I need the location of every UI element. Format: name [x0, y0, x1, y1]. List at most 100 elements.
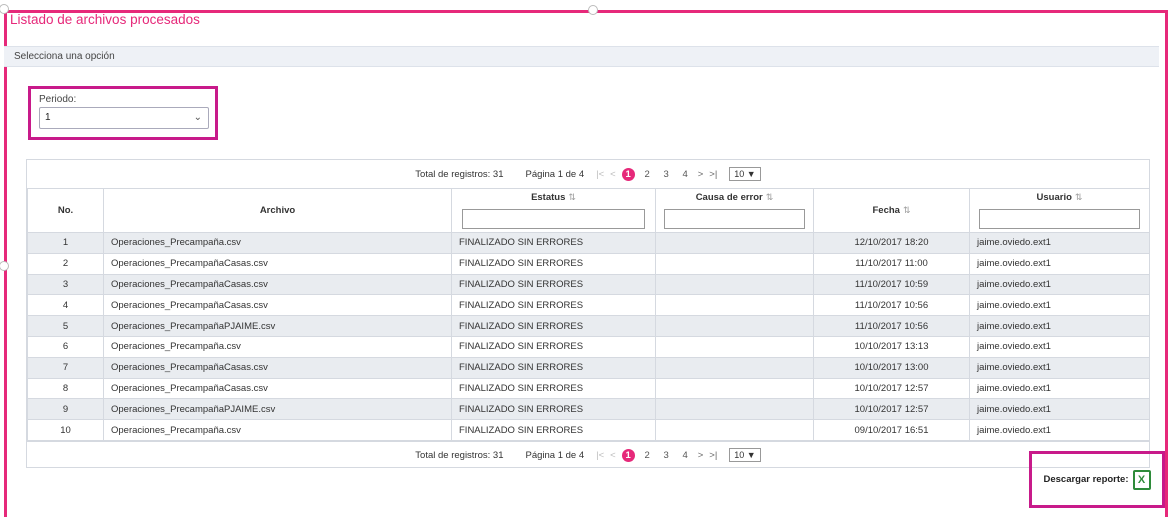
- table-cell: 11/10/2017 10:56: [813, 294, 970, 317]
- table-cell: Operaciones_Precampaña.csv: [103, 335, 452, 358]
- last-page-button[interactable]: >|: [709, 450, 717, 461]
- periodo-select[interactable]: 1 ⌄: [39, 107, 209, 129]
- page-button-3[interactable]: 3: [660, 168, 673, 181]
- page-info: Página 1 de 4: [525, 168, 585, 180]
- table-cell: 11/10/2017 10:59: [813, 273, 970, 296]
- table-cell: FINALIZADO SIN ERRORES: [451, 315, 656, 337]
- total-records: Total de registros: 31: [415, 449, 504, 461]
- results-table-panel: Total de registros: 31 Página 1 de 4 |< …: [26, 159, 1150, 468]
- table-cell: [655, 398, 814, 421]
- table-row[interactable]: 8 Operaciones_PrecampañaCasas.csv FINALIZA…: [27, 377, 1150, 400]
- table-cell: 2: [27, 252, 104, 275]
- sort-icon[interactable]: ⇅: [903, 205, 911, 215]
- first-page-button[interactable]: |<: [596, 169, 604, 180]
- table-row[interactable]: 9 Operaciones_PrecampañaPJAIME.csv FINALIZ…: [27, 398, 1150, 421]
- page-button-4[interactable]: 4: [679, 449, 692, 462]
- prev-page-button[interactable]: <: [610, 450, 616, 461]
- estatus-filter-input[interactable]: [462, 209, 645, 229]
- table-cell: [655, 252, 814, 275]
- column-header-estatus[interactable]: Estatus ⇅: [451, 188, 656, 233]
- table-cell: [655, 335, 814, 358]
- column-header-usuario[interactable]: Usuario ⇅: [969, 188, 1150, 233]
- periodo-value: 1: [45, 112, 51, 123]
- table-row[interactable]: 6 Operaciones_Precampaña.csv FINALIZADO SI…: [27, 335, 1150, 358]
- table-cell: FINALIZADO SIN ERRORES: [451, 252, 656, 275]
- table-cell: Operaciones_PrecampañaCasas.csv: [103, 252, 452, 275]
- column-header-causa[interactable]: Causa de error ⇅: [655, 188, 814, 233]
- table-cell: FINALIZADO SIN ERRORES: [451, 419, 656, 441]
- rows-per-page-select[interactable]: 10 ▼: [729, 448, 761, 463]
- table-cell: 10/10/2017 13:00: [813, 356, 970, 379]
- table-cell: [655, 315, 814, 337]
- table-cell: Operaciones_Precampaña.csv: [103, 232, 452, 254]
- download-report-label: Descargar reporte:: [1043, 474, 1129, 485]
- pager-bottom: Total de registros: 31 Página 1 de 4 |< …: [27, 440, 1149, 469]
- total-records: Total de registros: 31: [415, 168, 504, 180]
- table-cell: jaime.oviedo.ext1: [969, 232, 1150, 254]
- table-cell: FINALIZADO SIN ERRORES: [451, 232, 656, 254]
- table-row[interactable]: 1 Operaciones_Precampaña.csv FINALIZADO SI…: [27, 232, 1150, 254]
- table-cell: 1: [27, 232, 104, 254]
- page-button-2[interactable]: 2: [641, 449, 654, 462]
- causa-filter-input[interactable]: [663, 209, 806, 229]
- column-header-fecha[interactable]: Fecha ⇅: [813, 188, 970, 233]
- table-row[interactable]: 7 Operaciones_PrecampañaCasas.csv FINALIZA…: [27, 356, 1150, 379]
- table-cell: jaime.oviedo.ext1: [969, 398, 1150, 421]
- table-row[interactable]: 10 Operaciones_Precampaña.csv FINALIZADO S…: [27, 419, 1150, 441]
- table-cell: 9: [27, 398, 104, 421]
- sort-icon[interactable]: ⇅: [766, 192, 774, 202]
- table-header-row: No. Archivo Estatus ⇅ Causa de error ⇅ Fec…: [27, 188, 1150, 233]
- table-cell: jaime.oviedo.ext1: [969, 356, 1150, 379]
- table-cell: 11/10/2017 11:00: [813, 252, 970, 275]
- resize-handle[interactable]: [588, 5, 598, 15]
- table-cell: Operaciones_PrecampañaPJAIME.csv: [103, 398, 452, 421]
- table-cell: 10: [27, 419, 104, 441]
- table-row[interactable]: 4 Operaciones_PrecampañaCasas.csv FINALIZA…: [27, 294, 1150, 317]
- table-cell: jaime.oviedo.ext1: [969, 252, 1150, 275]
- table-cell: 10/10/2017 12:57: [813, 377, 970, 400]
- table-cell: FINALIZADO SIN ERRORES: [451, 273, 656, 296]
- page-info: Página 1 de 4: [525, 449, 585, 461]
- chevron-down-icon: ⌄: [193, 112, 202, 123]
- prev-page-button[interactable]: <: [610, 169, 616, 180]
- table-cell: jaime.oviedo.ext1: [969, 419, 1150, 441]
- last-page-button[interactable]: >|: [709, 169, 717, 180]
- page-button-1[interactable]: 1: [621, 448, 635, 462]
- table-cell: 11/10/2017 10:56: [813, 315, 970, 337]
- table-cell: [655, 356, 814, 379]
- page-button-4[interactable]: 4: [679, 168, 692, 181]
- table-cell: 6: [27, 335, 104, 358]
- excel-icon[interactable]: X: [1132, 469, 1151, 490]
- table-cell: FINALIZADO SIN ERRORES: [451, 356, 656, 379]
- sort-icon[interactable]: ⇅: [1075, 192, 1083, 202]
- table-cell: FINALIZADO SIN ERRORES: [451, 335, 656, 358]
- page-button-2[interactable]: 2: [641, 168, 654, 181]
- next-page-button[interactable]: >: [698, 169, 704, 180]
- table-cell: 09/10/2017 16:51: [813, 419, 970, 441]
- table-cell: jaime.oviedo.ext1: [969, 335, 1150, 358]
- table-row[interactable]: 5 Operaciones_PrecampañaPJAIME.csv FINALIZ…: [27, 315, 1150, 337]
- table-row[interactable]: 3 Operaciones_PrecampañaCasas.csv FINALIZA…: [27, 273, 1150, 296]
- page-button-3[interactable]: 3: [660, 449, 673, 462]
- column-header-no: No.: [27, 188, 104, 233]
- usuario-filter-input[interactable]: [978, 209, 1141, 229]
- table-cell: 4: [27, 294, 104, 317]
- first-page-button[interactable]: |<: [596, 450, 604, 461]
- next-page-button[interactable]: >: [698, 450, 704, 461]
- rows-per-page-select[interactable]: 10 ▼: [729, 167, 761, 181]
- table-row[interactable]: 2 Operaciones_PrecampañaCasas.csv FINALIZA…: [27, 252, 1150, 275]
- page-title: Listado de archivos procesados: [10, 12, 200, 27]
- table-cell: [655, 273, 814, 296]
- table-cell: 8: [27, 377, 104, 400]
- table-cell: [655, 232, 814, 254]
- table-cell: 10/10/2017 12:57: [813, 398, 970, 421]
- table-cell: 3: [27, 273, 104, 296]
- download-report[interactable]: Descargar reporte: X: [1029, 451, 1165, 508]
- page-button-1[interactable]: 1: [621, 167, 635, 181]
- sort-icon[interactable]: ⇅: [568, 192, 576, 202]
- table-cell: 7: [27, 356, 104, 379]
- table-cell: Operaciones_PrecampañaCasas.csv: [103, 377, 452, 400]
- section-header: Selecciona una opción: [4, 46, 1159, 67]
- periodo-label: Periodo:: [39, 94, 77, 105]
- column-header-archivo: Archivo: [103, 188, 452, 233]
